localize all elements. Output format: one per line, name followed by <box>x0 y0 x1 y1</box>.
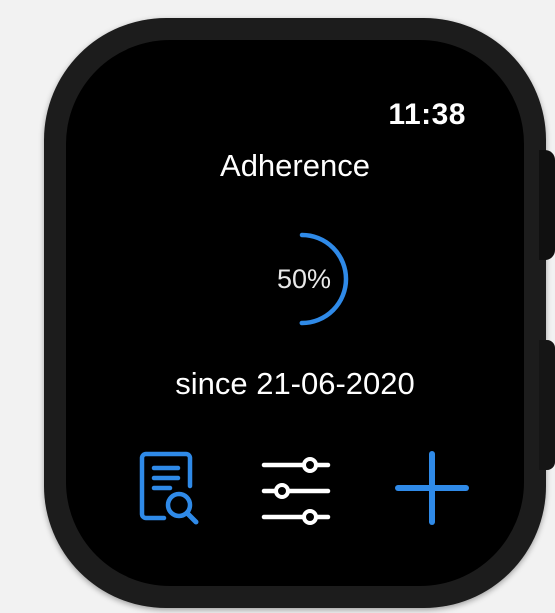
action-toolbar <box>66 448 524 528</box>
since-date-label: since 21-06-2020 <box>175 366 415 401</box>
status-time: 11:38 <box>388 98 466 131</box>
history-search-button[interactable] <box>130 448 210 528</box>
adherence-progress-ring: 50% <box>252 227 356 331</box>
watch-screen: 11:38 Adherence 50% since 21-06-2020 <box>66 40 524 586</box>
sliders-icon <box>261 457 331 525</box>
page-title: Adherence <box>220 148 370 183</box>
document-search-icon <box>139 451 199 525</box>
progress-percent-label: 50% <box>276 263 332 294</box>
digital-crown[interactable] <box>539 150 555 260</box>
settings-button[interactable] <box>256 448 336 528</box>
side-button[interactable] <box>539 340 555 470</box>
plus-icon <box>395 451 469 525</box>
add-button[interactable] <box>392 448 472 528</box>
